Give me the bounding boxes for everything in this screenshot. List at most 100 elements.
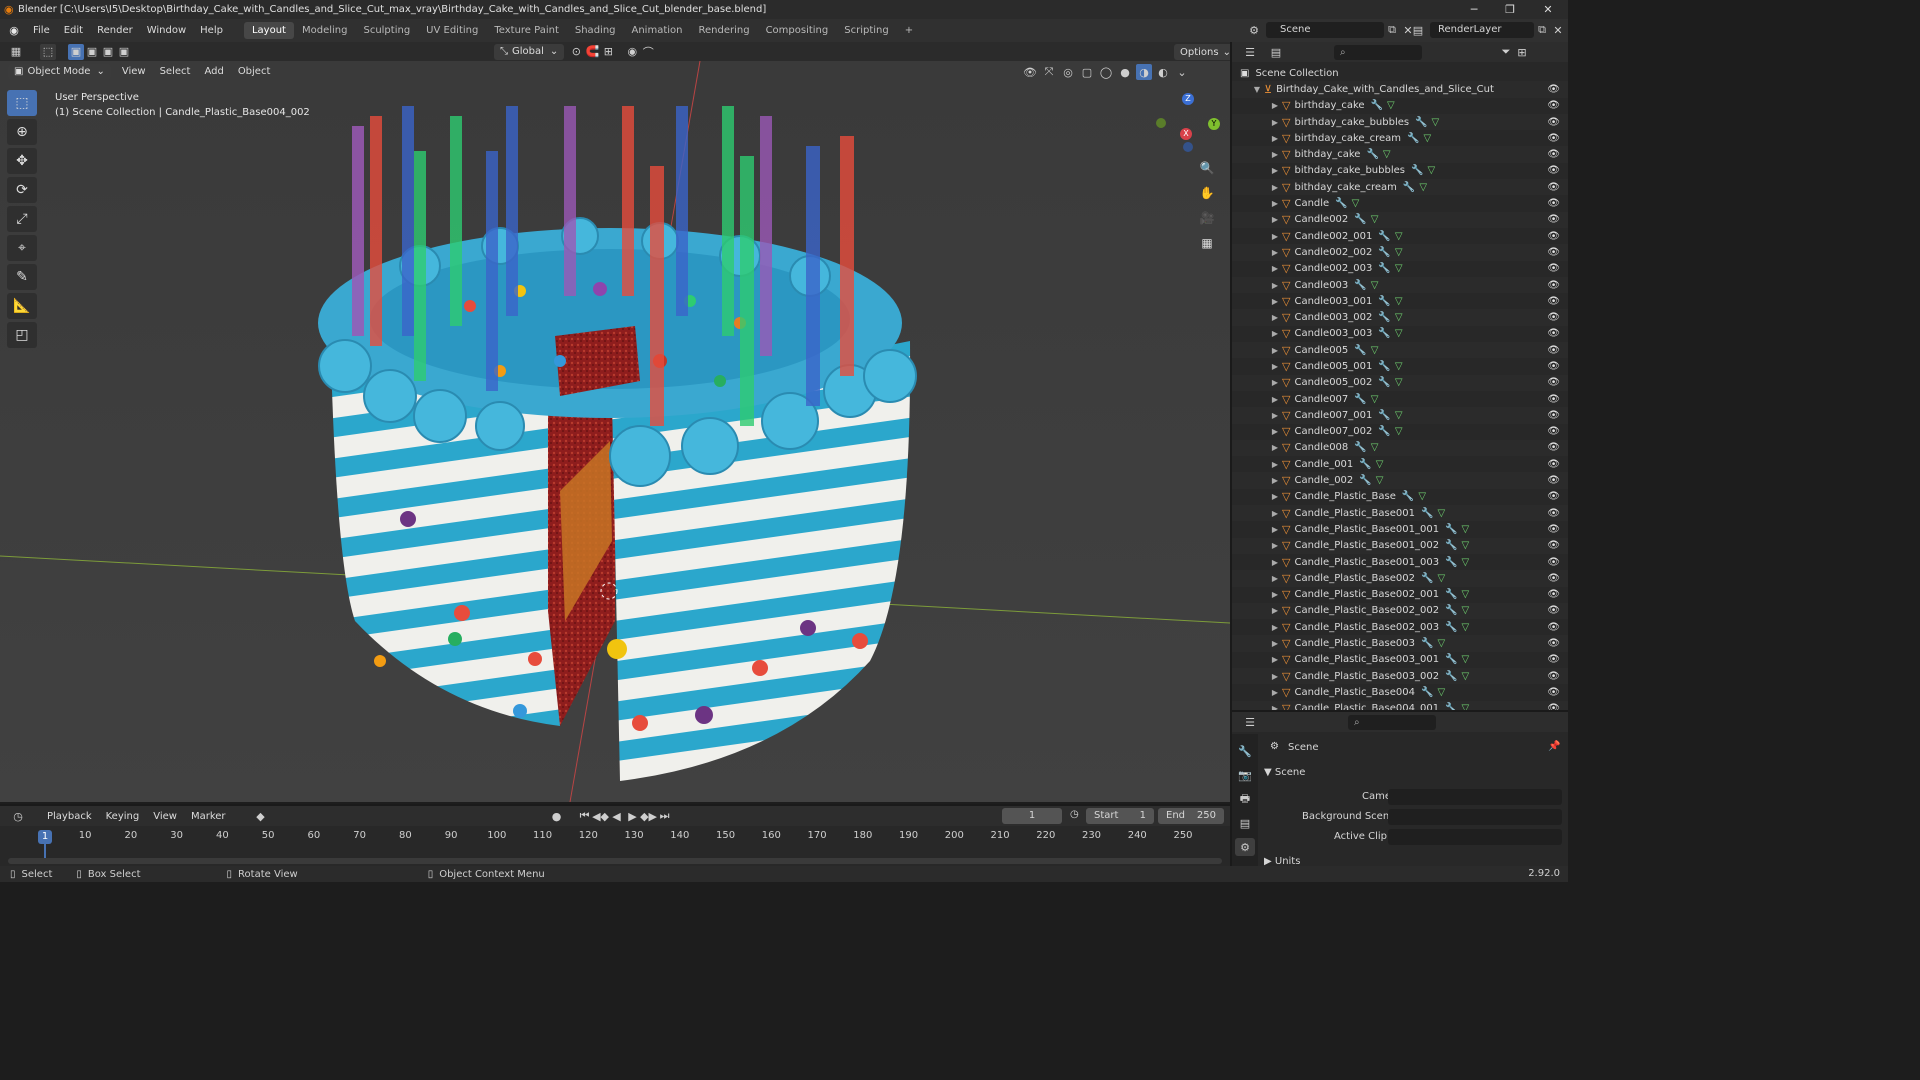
- outliner-object-row[interactable]: ▶ ▽ Candle_Plastic_Base004 🔧 ▽ 👁: [1232, 684, 1568, 700]
- mesh-data-icon[interactable]: ▽: [1437, 508, 1445, 519]
- mesh-data-icon[interactable]: ▽: [1432, 117, 1440, 128]
- outliner-search-input[interactable]: ⌕: [1334, 44, 1422, 60]
- eye-icon[interactable]: 👁: [1547, 182, 1560, 193]
- mesh-data-icon[interactable]: ▽: [1376, 475, 1384, 486]
- camera-view-icon[interactable]: 🎥: [1196, 208, 1218, 228]
- minimize-icon[interactable]: ─: [1456, 0, 1492, 19]
- modifier-icon[interactable]: 🔧: [1378, 361, 1390, 372]
- expand-icon[interactable]: ▶: [1270, 183, 1280, 192]
- eye-icon[interactable]: 👁: [1547, 263, 1560, 274]
- render-tab-icon[interactable]: 📷: [1235, 766, 1255, 784]
- expand-icon[interactable]: ▶: [1270, 655, 1280, 664]
- delete-layer-icon[interactable]: ✕: [1550, 22, 1566, 38]
- expand-icon[interactable]: ▶: [1270, 215, 1280, 224]
- expand-icon[interactable]: ▶: [1270, 150, 1280, 159]
- outliner-object-row[interactable]: ▶ ▽ Candle005_002 🔧 ▽ 👁: [1232, 374, 1568, 391]
- pin-icon[interactable]: 📌: [1548, 741, 1560, 752]
- mesh-data-icon[interactable]: ▽: [1437, 687, 1445, 698]
- tab-uv-editing[interactable]: UV Editing: [418, 22, 486, 39]
- mesh-data-icon[interactable]: ▽: [1395, 312, 1403, 323]
- prev-key-icon[interactable]: ◀◆: [592, 808, 609, 824]
- outliner-editor-icon[interactable]: ☰: [1242, 44, 1258, 60]
- mesh-data-icon[interactable]: ▽: [1371, 394, 1379, 405]
- modifier-icon[interactable]: 🔧: [1415, 117, 1427, 128]
- mesh-data-icon[interactable]: ▽: [1462, 540, 1470, 551]
- mesh-data-icon[interactable]: ▽: [1352, 198, 1360, 209]
- timeline-menu-playback[interactable]: Playback: [40, 811, 99, 822]
- outliner-object-row[interactable]: ▶ ▽ Candle_002 🔧 ▽ 👁: [1232, 472, 1568, 489]
- mesh-data-icon[interactable]: ▽: [1371, 280, 1379, 291]
- modifier-icon[interactable]: 🔧: [1378, 410, 1390, 421]
- outliner-object-row[interactable]: ▶ ▽ birthday_cake_bubbles 🔧 ▽ 👁: [1232, 113, 1568, 131]
- modifier-icon[interactable]: 🔧: [1378, 247, 1390, 258]
- new-layer-icon[interactable]: ⧉: [1534, 22, 1550, 38]
- editor-type-icon[interactable]: ▦: [8, 44, 24, 60]
- navigation-gizmo[interactable]: Z Y X: [1150, 90, 1225, 155]
- expand-icon[interactable]: ▶: [1270, 427, 1280, 436]
- measure-tool-icon[interactable]: 📐: [7, 293, 37, 319]
- mesh-data-icon[interactable]: ▽: [1371, 345, 1379, 356]
- eye-icon[interactable]: 👁: [1547, 622, 1560, 633]
- expand-icon[interactable]: ▶: [1270, 346, 1280, 355]
- pan-hand-icon[interactable]: ✋: [1196, 183, 1218, 203]
- eye-icon[interactable]: 👁: [1547, 557, 1560, 568]
- eye-icon[interactable]: 👁: [1547, 100, 1560, 111]
- modifier-icon[interactable]: 🔧: [1402, 491, 1414, 502]
- blender-menu-icon[interactable]: ◉: [6, 23, 22, 39]
- outliner-object-row[interactable]: ▶ ▽ Candle_Plastic_Base001 🔧 ▽ 👁: [1232, 505, 1568, 522]
- menu-window[interactable]: Window: [140, 25, 193, 36]
- eye-icon[interactable]: 👁: [1547, 573, 1560, 584]
- eye-icon[interactable]: 👁: [1547, 540, 1560, 551]
- eye-icon[interactable]: 👁: [1547, 328, 1560, 339]
- mesh-data-icon[interactable]: ▽: [1437, 573, 1445, 584]
- mesh-data-icon[interactable]: ▽: [1387, 100, 1395, 111]
- scene-selector[interactable]: ⚙ Scene ⧉ ✕: [1246, 22, 1416, 38]
- expand-icon[interactable]: ▶: [1270, 525, 1280, 534]
- eye-icon[interactable]: 👁: [1547, 459, 1560, 470]
- zoom-icon[interactable]: 🔍: [1196, 158, 1218, 178]
- eye-icon[interactable]: 👁: [1547, 165, 1560, 176]
- mesh-data-icon[interactable]: ▽: [1462, 703, 1470, 710]
- eye-icon[interactable]: 👁: [1547, 491, 1560, 502]
- expand-icon[interactable]: ▶: [1270, 623, 1280, 632]
- timeline-menu-marker[interactable]: Marker: [184, 811, 233, 822]
- properties-editor-icon[interactable]: ☰: [1242, 714, 1258, 730]
- mode-dropdown[interactable]: ▣ Object Mode ⌄: [8, 63, 111, 80]
- modifier-icon[interactable]: 🔧: [1354, 214, 1366, 225]
- expand-icon[interactable]: ▶: [1270, 248, 1280, 257]
- mesh-data-icon[interactable]: ▽: [1395, 296, 1403, 307]
- eye-icon[interactable]: 👁: [1547, 508, 1560, 519]
- modifier-icon[interactable]: 🔧: [1445, 524, 1457, 535]
- record-icon[interactable]: ●: [549, 808, 565, 824]
- modifier-icon[interactable]: 🔧: [1359, 459, 1371, 470]
- mesh-data-icon[interactable]: ▽: [1462, 605, 1470, 616]
- outliner-object-row[interactable]: ▶ ▽ Candle_Plastic_Base002_002 🔧 ▽ 👁: [1232, 602, 1568, 620]
- outliner-object-row[interactable]: ▶ ▽ Candle007_002 🔧 ▽ 👁: [1232, 424, 1568, 440]
- mesh-data-icon[interactable]: ▽: [1395, 263, 1403, 274]
- filter-icon[interactable]: ⏷: [1498, 44, 1514, 60]
- viewport-menu-view[interactable]: View: [115, 66, 153, 77]
- expand-icon[interactable]: ▶: [1270, 443, 1280, 452]
- tab-animation[interactable]: Animation: [624, 22, 691, 39]
- mesh-data-icon[interactable]: ▽: [1395, 426, 1403, 437]
- modifier-icon[interactable]: 🔧: [1421, 638, 1433, 649]
- eye-icon[interactable]: 👁: [1547, 654, 1560, 665]
- outliner-object-row[interactable]: ▶ ▽ Candle_Plastic_Base003_001 🔧 ▽ 👁: [1232, 652, 1568, 668]
- outliner-object-row[interactable]: ▶ ▽ Candle_Plastic_Base001_003 🔧 ▽ 👁: [1232, 554, 1568, 570]
- scene-tab-icon[interactable]: ⚙: [1235, 838, 1255, 856]
- solid-shading-icon[interactable]: ●: [1117, 64, 1133, 80]
- viewport-menu-select[interactable]: Select: [153, 66, 198, 77]
- expand-icon[interactable]: ▶: [1270, 395, 1280, 404]
- outliner-object-row[interactable]: ▶ ▽ Candle005 🔧 ▽ 👁: [1232, 342, 1568, 359]
- proportional-edit-icon[interactable]: ◉: [624, 44, 640, 60]
- playhead[interactable]: 1: [38, 830, 52, 844]
- falloff-icon[interactable]: ⌒: [640, 44, 656, 60]
- view-layer-tab-icon[interactable]: ▤: [1235, 814, 1255, 832]
- new-scene-icon[interactable]: ⧉: [1384, 22, 1400, 38]
- overlay-icon[interactable]: ◎: [1060, 64, 1076, 80]
- eye-icon[interactable]: 👁: [1547, 214, 1560, 225]
- stopwatch-icon[interactable]: ◷: [1070, 809, 1079, 820]
- modifier-icon[interactable]: 🔧: [1445, 589, 1457, 600]
- camera-field[interactable]: [1388, 789, 1562, 805]
- menu-edit[interactable]: Edit: [57, 25, 90, 36]
